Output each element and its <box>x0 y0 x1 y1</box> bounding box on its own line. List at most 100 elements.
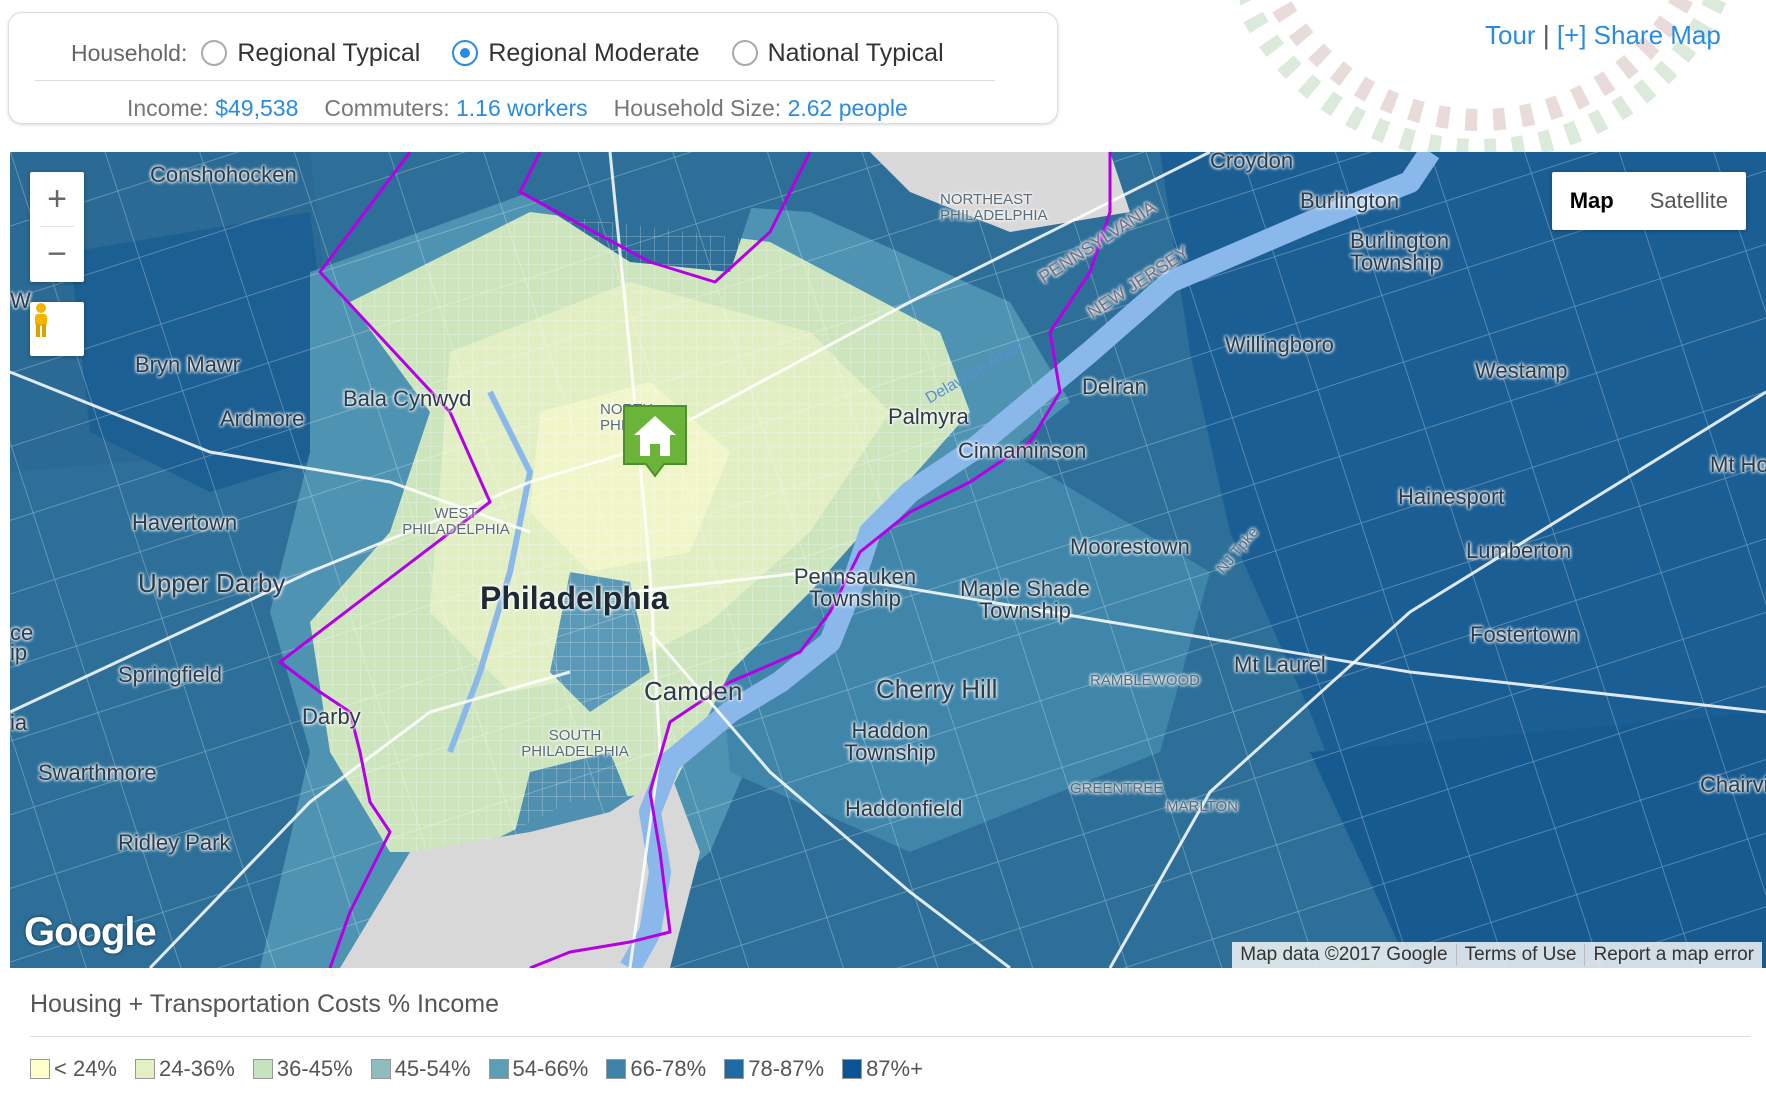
map-label: Haddon Township <box>844 718 936 765</box>
map-label: Darby <box>302 704 361 729</box>
map-label: Burlington Township <box>1350 228 1450 275</box>
legend-item: < 24% <box>30 1056 117 1082</box>
map-label: Hainesport <box>1398 484 1505 509</box>
option-regional-moderate[interactable]: Regional Moderate <box>452 38 700 68</box>
map-label: Moorestown <box>1070 534 1190 559</box>
income-stat: Income: $49,538 <box>127 95 298 122</box>
legend-label: 78-87% <box>748 1056 825 1081</box>
map-label: Camden <box>644 676 743 706</box>
legend-item: 54-66% <box>488 1056 589 1082</box>
legend-item: 36-45% <box>252 1056 353 1082</box>
legend-label: 66-78% <box>630 1056 707 1081</box>
legend-swatch <box>488 1059 509 1079</box>
legend: < 24% 24-36% 36-45% 45-54% 54-66% 66-78% 78-87… <box>30 1056 941 1082</box>
option-label: Regional Typical <box>237 38 421 67</box>
map-label: Palmyra <box>888 404 969 429</box>
share-map-link[interactable]: [+] Share Map <box>1557 20 1721 50</box>
map-label: Lumberton <box>1466 538 1572 563</box>
map-label: Westamp <box>1475 358 1568 383</box>
map-label: Haddonfield <box>845 796 963 821</box>
map-label: Mt Laurel <box>1234 652 1326 677</box>
radio-national-typical[interactable] <box>731 40 758 66</box>
income-label: Income: <box>127 95 209 121</box>
household-size-stat: Household Size: 2.62 people <box>614 95 908 122</box>
commuters-label: Commuters: <box>324 95 450 121</box>
top-links: Tour | [+] Share Map <box>1485 20 1721 51</box>
map-label: MARLTON <box>1166 798 1238 815</box>
home-location-marker[interactable] <box>620 402 690 482</box>
map-label: Delran <box>1082 374 1147 399</box>
map-label: Bala Cynwyd <box>343 386 472 411</box>
legend-label: 45-54% <box>394 1056 471 1081</box>
report-map-error-link[interactable]: Report a map error <box>1584 944 1762 966</box>
map-label: Havertown <box>132 510 238 535</box>
tour-link[interactable]: Tour <box>1485 20 1536 50</box>
map-type-control: Map Satellite <box>1551 172 1746 230</box>
commuters-value[interactable]: 1.16 workers <box>456 95 588 121</box>
map-label: Fostertown <box>1470 622 1579 647</box>
legend-item: 24-36% <box>135 1056 235 1082</box>
household-size-value[interactable]: 2.62 people <box>788 95 908 121</box>
map-label: Swarthmore <box>38 760 157 785</box>
map-label: Cherry Hill <box>876 674 998 704</box>
map-label: W <box>10 288 31 313</box>
map-label: GREENTREE <box>1070 780 1164 797</box>
map-label: ia <box>10 710 28 735</box>
legend-swatch <box>370 1059 391 1079</box>
map-label: WEST PHILADELPHIA <box>402 505 510 538</box>
home-icon <box>623 405 687 478</box>
legend-item: 87%+ <box>842 1056 923 1082</box>
legend-label: 54-66% <box>512 1056 589 1081</box>
map-canvas[interactable]: Croydon Conshohocken NORTHEAST PHILADELP… <box>10 152 1766 968</box>
map-label: Bryn Mawr <box>135 352 241 377</box>
map-label: Chairvi <box>1700 772 1766 797</box>
legend-item: 45-54% <box>370 1056 471 1082</box>
legend-label: 24-36% <box>159 1056 235 1081</box>
legend-item: 78-87% <box>724 1056 824 1082</box>
map-label: Maple Shade Township <box>960 576 1090 623</box>
legend-item: 66-78% <box>606 1056 706 1082</box>
household-stats: Income: $49,538 Commuters: 1.16 workers … <box>127 95 934 122</box>
legend-swatch <box>842 1059 863 1079</box>
map-type-satellite-button[interactable]: Satellite <box>1632 172 1746 230</box>
option-national-typical[interactable]: National Typical <box>731 38 944 68</box>
option-label: National Typical <box>767 38 944 67</box>
radio-regional-typical[interactable] <box>201 40 228 66</box>
divider <box>30 1036 1750 1037</box>
street-view-pegman[interactable] <box>30 302 84 356</box>
map-label: Ardmore <box>220 406 305 431</box>
map-label: ip <box>10 640 28 665</box>
link-separator: | <box>1542 20 1550 50</box>
income-value[interactable]: $49,538 <box>215 95 298 121</box>
zoom-out-button[interactable]: − <box>30 227 84 281</box>
map-label: Croydon <box>1210 152 1294 173</box>
legend-swatch <box>724 1059 745 1079</box>
zoom-control: + − <box>30 172 84 282</box>
map-type-map-button[interactable]: Map <box>1552 172 1632 230</box>
option-regional-typical[interactable]: Regional Typical <box>201 39 420 68</box>
commuters-stat: Commuters: 1.16 workers <box>324 95 587 122</box>
zoom-in-button[interactable]: + <box>30 172 84 226</box>
map-label: SOUTH PHILADELPHIA <box>521 727 629 760</box>
map-label: Willingboro <box>1225 332 1334 357</box>
household-size-label: Household Size: <box>613 95 782 121</box>
map-label: Mt Ho <box>1710 452 1766 477</box>
radio-regional-moderate[interactable] <box>452 40 479 66</box>
map-attribution: Map data ©2017 Google Terms of Use Repor… <box>1232 942 1762 968</box>
terms-of-use-link[interactable]: Terms of Use <box>1455 944 1585 966</box>
map-label: Springfield <box>118 662 222 687</box>
map-label: Cinnaminson <box>958 438 1087 463</box>
legend-swatch <box>30 1059 50 1079</box>
legend-swatch <box>606 1059 627 1079</box>
map-data-credit: Map data ©2017 Google <box>1240 944 1448 965</box>
household-selector: Household: Regional Typical Regional Mod… <box>71 36 976 70</box>
household-panel: Household: Regional Typical Regional Mod… <box>8 12 1058 124</box>
option-label: Regional Moderate <box>488 38 700 67</box>
household-label: Household: <box>71 39 188 66</box>
map-label: Upper Darby <box>138 568 286 598</box>
pegman-icon <box>35 303 47 337</box>
map-label: Conshohocken <box>150 162 297 187</box>
map-label: NORTH PHILA <box>600 402 653 434</box>
google-logo: Google <box>24 910 157 954</box>
map-label: NORTHEAST PHILADELPHIA <box>940 191 1048 224</box>
